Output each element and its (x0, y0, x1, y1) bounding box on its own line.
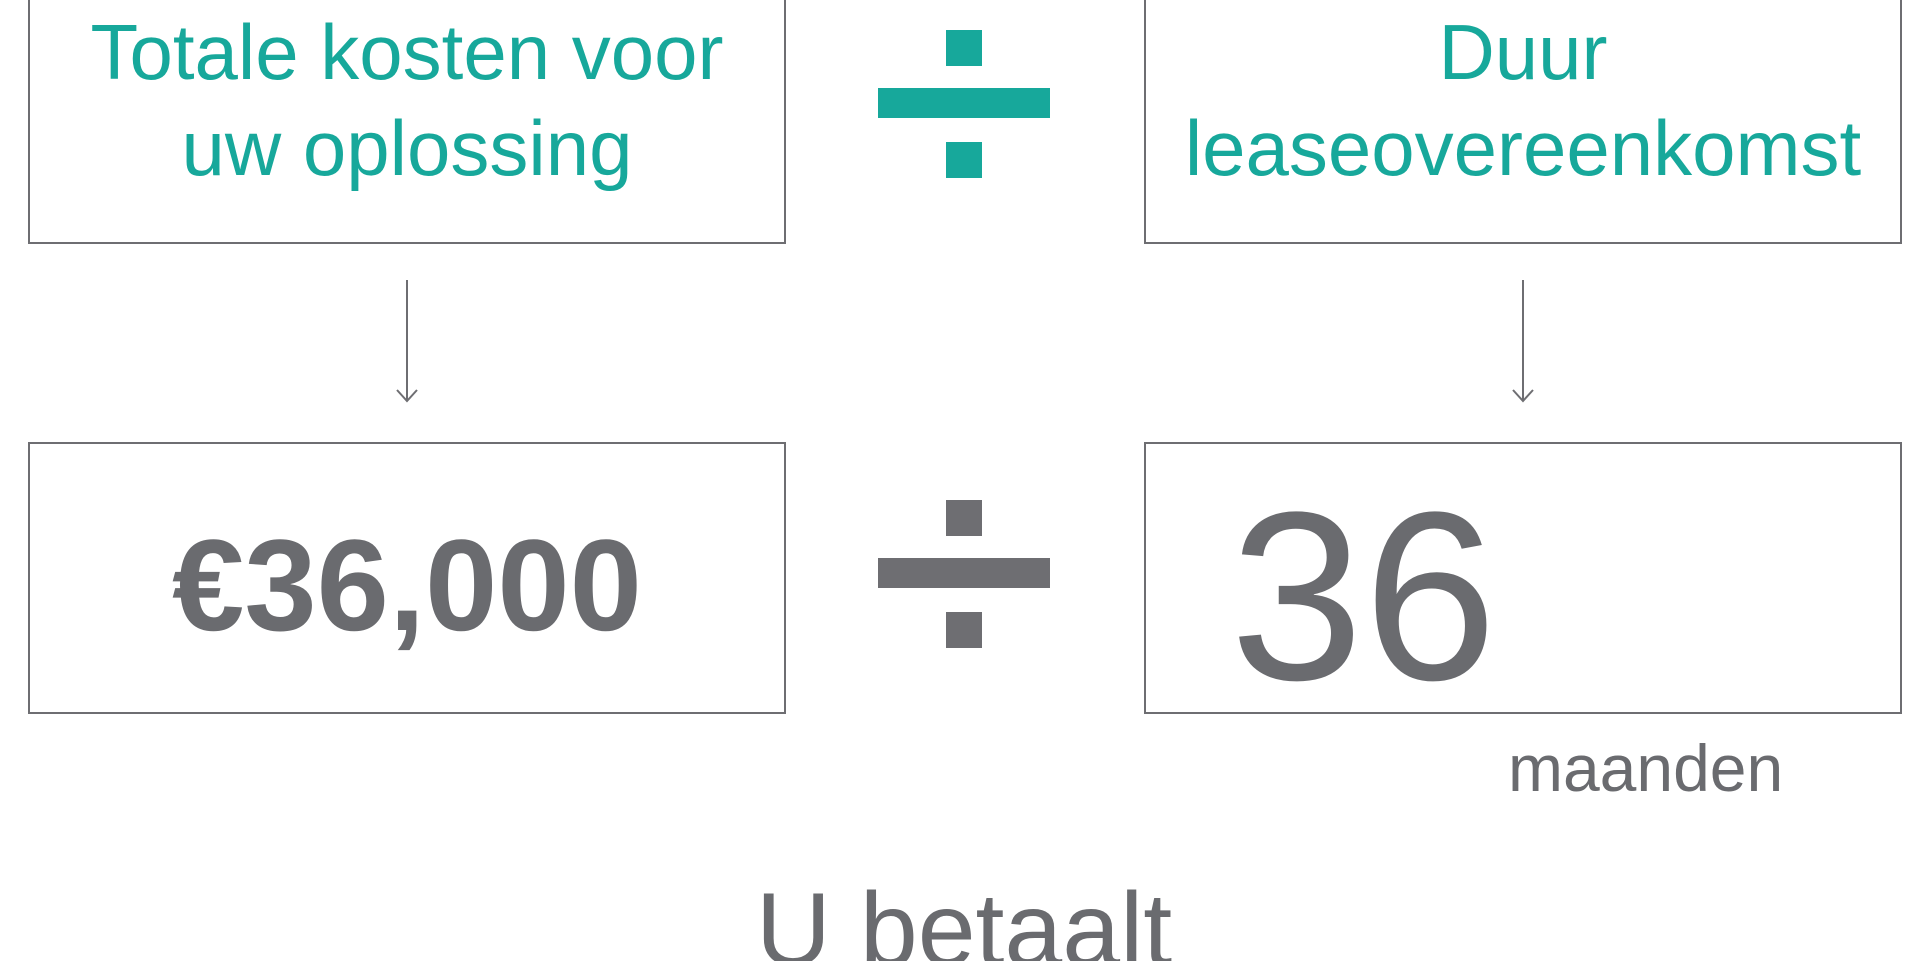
months-box: 36 (1144, 442, 1902, 730)
pay-label: U betaalt (755, 872, 1173, 961)
total-amount: €36,000 (172, 512, 642, 658)
division-bar (878, 558, 1050, 588)
total-cost-label: Totale kosten voor uw oplossing (30, 4, 784, 196)
total-cost-label-line1: Totale kosten voor (90, 8, 724, 96)
division-sign-icon (878, 30, 1050, 178)
lease-duration-box: Duur leaseovereenkomst (1144, 0, 1902, 244)
months-unit-label: maanden (1508, 731, 1784, 805)
lease-calculation-diagram: Totale kosten voor uw oplossing Duur lea… (0, 0, 1928, 961)
months-value: 36 (1230, 462, 1497, 730)
division-dot-bottom (946, 612, 982, 648)
division-dot-top (946, 30, 982, 66)
lease-duration-label-line1: Duur (1438, 8, 1608, 96)
division-bar (878, 88, 1050, 118)
total-cost-box: Totale kosten voor uw oplossing (28, 0, 786, 244)
amount-box: €36,000 (28, 442, 786, 714)
arrow-down-icon (396, 280, 418, 403)
division-dot-bottom (946, 142, 982, 178)
lease-duration-label-line2: leaseovereenkomst (1184, 104, 1862, 192)
total-cost-label-line2: uw oplossing (181, 104, 633, 192)
division-sign-icon (878, 500, 1050, 648)
division-dot-top (946, 500, 982, 536)
lease-duration-label: Duur leaseovereenkomst (1146, 4, 1900, 196)
arrow-down-icon (1512, 280, 1534, 403)
